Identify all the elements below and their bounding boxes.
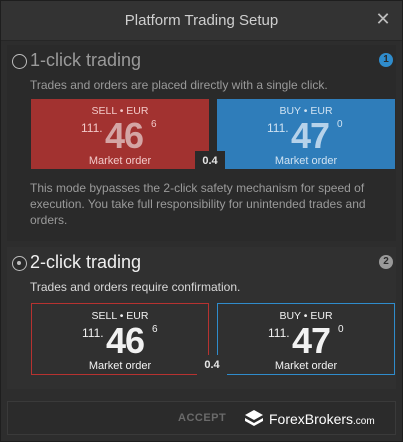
- two-click-title: 2-click trading: [30, 252, 142, 272]
- spread-value: 0.4: [195, 151, 225, 171]
- watermark-main: ForexBrokers: [269, 411, 354, 427]
- sell-order-type: Market order: [88, 360, 152, 372]
- one-click-sell-tile: SELL • EUR 111. 46 6 Market order: [31, 99, 209, 169]
- forexbrokers-logo-icon: [245, 410, 263, 426]
- accept-button[interactable]: ACCEPT: [178, 412, 226, 424]
- spread-value: 0.4: [197, 355, 227, 375]
- dialog-footer: ACCEPT ForexBrokers.com: [7, 401, 396, 435]
- buy-price-big: 47: [292, 320, 331, 361]
- title-bar: Platform Trading Setup ✕: [1, 1, 402, 41]
- step-badge-1: 1: [379, 53, 393, 67]
- buy-price-big: 47: [291, 115, 330, 156]
- one-click-option[interactable]: 1-click trading 1 Trades and orders are …: [7, 45, 396, 241]
- buy-order-type: Market order: [274, 155, 338, 167]
- sell-price-big: 46: [106, 320, 145, 361]
- two-click-radio[interactable]: [12, 256, 27, 271]
- two-click-option[interactable]: 2-click trading 2 Trades and orders requ…: [7, 247, 396, 389]
- watermark-suffix: .com: [353, 416, 375, 427]
- sell-price-pip: 6: [152, 324, 158, 335]
- buy-price-prefix: 111.: [267, 121, 289, 135]
- sell-price-pip: 6: [151, 119, 157, 130]
- watermark-text: ForexBrokers.com: [269, 411, 375, 427]
- sell-price-prefix: 111.: [82, 326, 104, 340]
- sell-price-prefix: 111.: [81, 121, 103, 135]
- close-icon[interactable]: ✕: [374, 10, 392, 28]
- two-click-buy-tile: BUY • EUR 111. 47 0 Market order: [217, 303, 395, 375]
- one-click-title: 1-click trading: [30, 50, 142, 70]
- buy-order-type: Market order: [274, 360, 338, 372]
- two-click-sell-tile: SELL • EUR 111. 46 6 Market order: [31, 303, 209, 375]
- sell-price-big: 46: [105, 115, 144, 156]
- dialog-title: Platform Trading Setup: [124, 12, 279, 29]
- trading-setup-dialog: Platform Trading Setup ✕ 1-click trading…: [0, 0, 403, 442]
- step-badge-2: 2: [379, 255, 393, 269]
- one-click-buy-tile: BUY • EUR 111. 47 0 Market order: [217, 99, 395, 169]
- one-click-radio[interactable]: [12, 54, 27, 69]
- buy-price-prefix: 111.: [268, 326, 290, 340]
- one-click-warning: This mode bypasses the 2-click safety me…: [30, 181, 366, 227]
- buy-price-pip: 0: [338, 324, 344, 335]
- sell-order-type: Market order: [88, 155, 152, 167]
- one-click-description: Trades and orders are placed directly wi…: [30, 78, 328, 92]
- buy-price-pip: 0: [337, 119, 343, 130]
- two-click-description: Trades and orders require confirmation.: [30, 280, 241, 294]
